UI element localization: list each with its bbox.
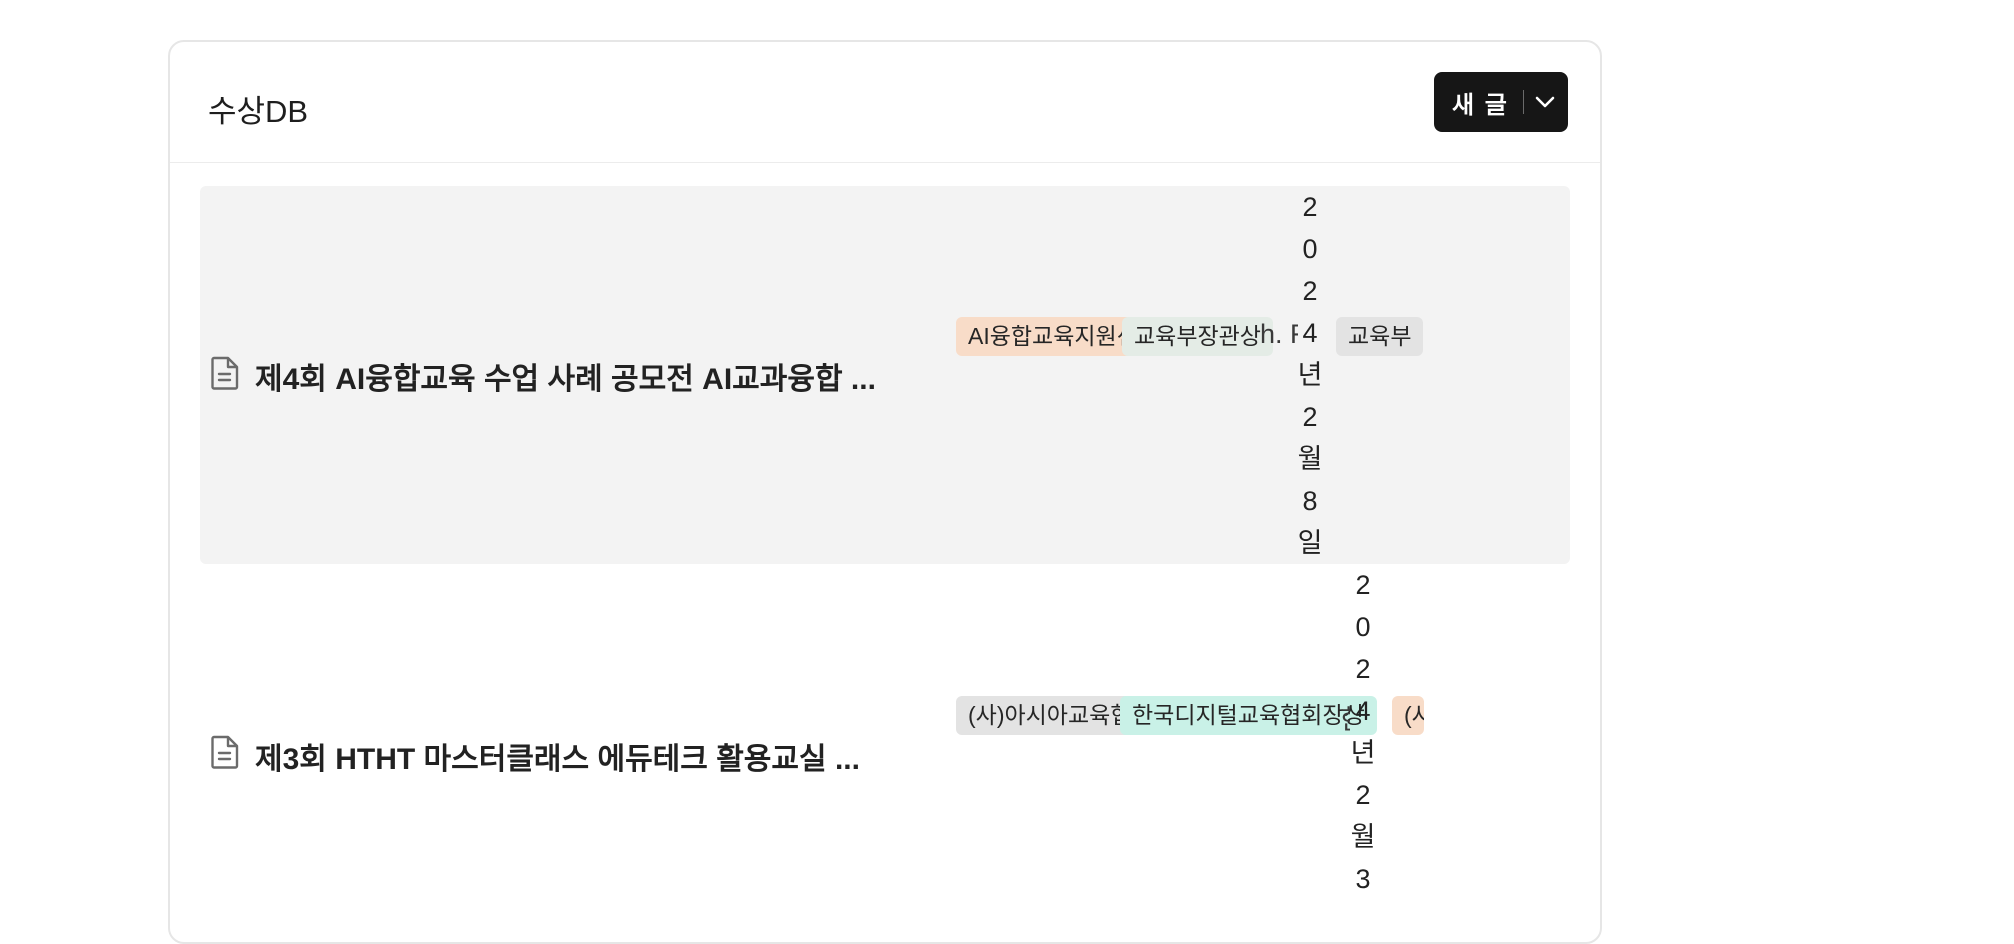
award-tag: 교육부장관상 (1122, 317, 1273, 356)
host-tag: 교육부 (1336, 317, 1424, 356)
row-title[interactable]: 제3회 HTHT 마스터클래스 에듀테크 활용교실 ... (255, 734, 860, 778)
table-row[interactable]: 제4회 AI융합교육 수업 사례 공모전 AI교과융합 ... AI융합교육지원… (200, 186, 1570, 564)
award-date: 2 0 2 4 년 2 월 8 일 (1297, 192, 1323, 558)
host-tag: (사 (1392, 696, 1424, 735)
document-icon (210, 356, 240, 390)
row-title[interactable]: 제4회 AI융합교육 수업 사례 공모전 AI교과융합 ... (255, 354, 876, 398)
awards-db-card: 수상DB 새 글 제4회 AI융합교육 수업 사례 공모전 AI교과융합 ...… (168, 40, 1602, 944)
new-post-label[interactable]: 새 글 (1434, 85, 1509, 120)
new-post-button[interactable]: 새 글 (1434, 72, 1568, 132)
chevron-down-icon[interactable] (1532, 89, 1558, 115)
card-header: 수상DB 새 글 (170, 42, 1600, 163)
document-icon (210, 735, 240, 769)
page-title: 수상DB (208, 94, 309, 129)
clipped-cell: h. F (1260, 319, 1298, 349)
table-row[interactable]: 제3회 HTHT 마스터클래스 에듀테크 활용교실 ... (사)아시아교육협회… (200, 564, 1570, 942)
button-divider (1522, 90, 1524, 114)
award-tag: 한국디지털교육협회장상 (1120, 696, 1377, 735)
award-date: 2 0 2 4 년 2 월 3 (1350, 570, 1376, 894)
